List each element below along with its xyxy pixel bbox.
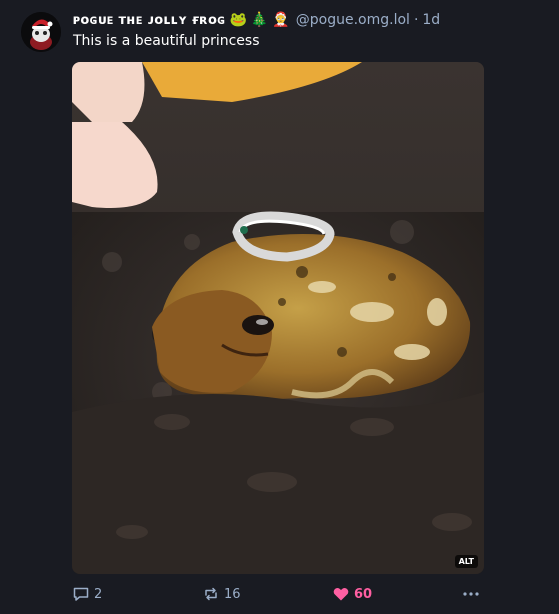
- boost-icon: [205, 587, 217, 601]
- more-button[interactable]: [461, 585, 485, 603]
- frog-emoji-icon: 🐸: [229, 12, 247, 28]
- handle[interactable]: @pogue.omg.lol: [296, 12, 410, 28]
- display-name[interactable]: ᴘᴏɢᴜᴇ ᴛʜᴇ ᴊᴏʟʟʏ ғʀᴏɢ: [73, 13, 225, 28]
- christmas-tree-emoji-icon: 🎄: [250, 12, 269, 28]
- reply-count: 2: [94, 586, 103, 602]
- favorite-button[interactable]: 60: [332, 585, 452, 603]
- reply-icon: [73, 587, 89, 601]
- frog-photo: [72, 62, 484, 574]
- separator: ·: [413, 12, 419, 28]
- alt-text-badge[interactable]: ALT: [454, 555, 478, 568]
- reply-button[interactable]: 2: [72, 585, 202, 603]
- favorite-count: 60: [354, 586, 373, 602]
- boost-count: 16: [224, 586, 241, 602]
- media-attachment[interactable]: ALT: [72, 62, 484, 574]
- post: ᴘᴏɢᴜᴇ ᴛʜᴇ ᴊᴏʟʟʏ ғʀᴏɢ 🐸 🎄 🤶 @pogue.omg.lo…: [0, 0, 559, 614]
- pogue-avatar-icon: [21, 12, 61, 52]
- more-icon: [463, 592, 479, 596]
- post-header: ᴘᴏɢᴜᴇ ᴛʜᴇ ᴊᴏʟʟʏ ғʀᴏɢ 🐸 🎄 🤶 @pogue.omg.lo…: [73, 10, 539, 30]
- boost-button[interactable]: 16: [202, 585, 332, 603]
- heart-icon: [333, 587, 349, 601]
- avatar[interactable]: [21, 12, 61, 52]
- timestamp[interactable]: 1d: [422, 12, 440, 28]
- mrs-claus-emoji-icon: 🤶: [272, 12, 290, 28]
- post-text: This is a beautiful princess: [73, 33, 260, 49]
- action-bar: 2 16 60: [72, 584, 485, 604]
